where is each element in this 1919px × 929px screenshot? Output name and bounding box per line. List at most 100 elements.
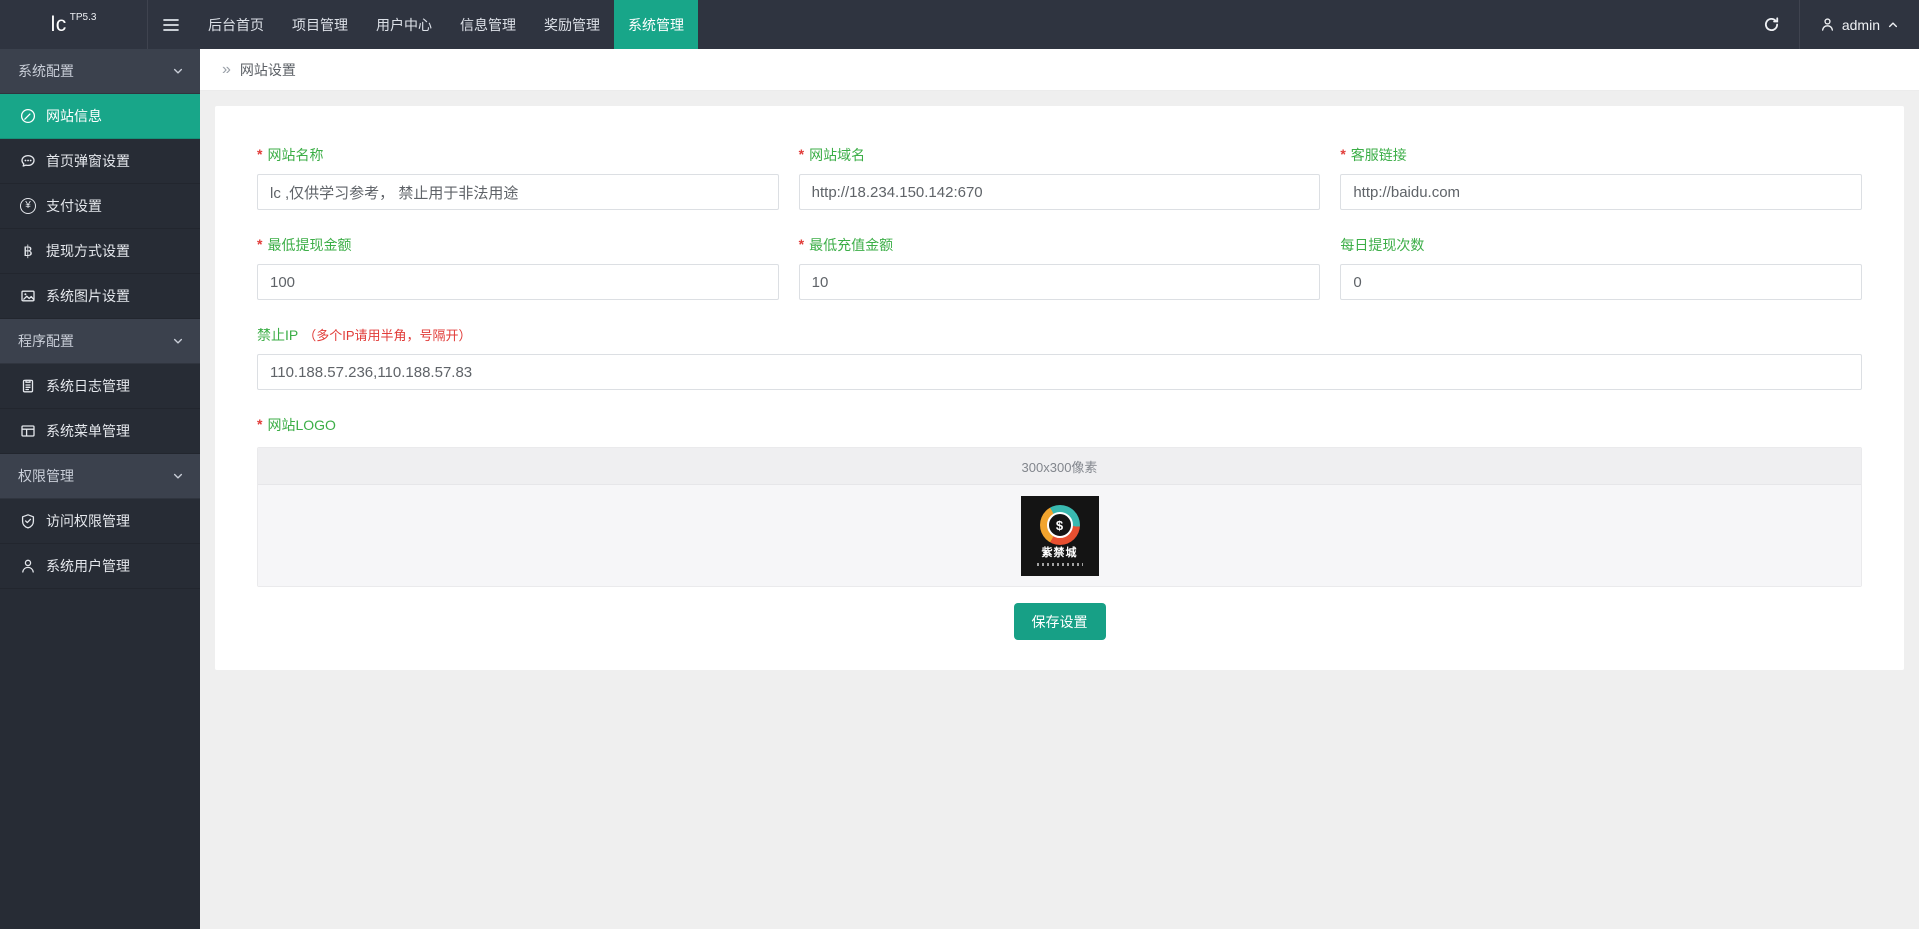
required-marker: *: [257, 236, 262, 252]
sidebar-item-system-image-settings[interactable]: 系统图片设置: [0, 274, 200, 319]
logo-upload-box: 300x300像素 $ 紫禁城: [257, 447, 1862, 587]
field-label: * 最低充值金额: [799, 236, 1321, 255]
section-title: 权限管理: [18, 466, 74, 486]
field-label: 每日提现次数: [1340, 236, 1862, 255]
field-site-name: * 网站名称: [257, 146, 779, 210]
sidebar-item-home-popup-settings[interactable]: 首页弹窗设置: [0, 139, 200, 184]
sidebar-item-label: 网站信息: [46, 106, 102, 126]
field-label: * 最低提现金额: [257, 236, 779, 255]
edit-circle-icon: [20, 108, 36, 124]
user-icon: [1820, 17, 1835, 32]
site-name-input[interactable]: [257, 174, 779, 210]
field-min-withdraw: * 最低提现金额: [257, 236, 779, 300]
banned-ip-hint: （多个IP请用半角，号隔开）: [303, 326, 471, 345]
content: * 网站名称 * 网站域名: [200, 91, 1919, 929]
tab-reward[interactable]: 奖励管理: [530, 0, 614, 49]
sidebar-item-label: 访问权限管理: [46, 511, 130, 531]
tab-system[interactable]: 系统管理: [614, 0, 698, 49]
section-title: 程序配置: [18, 331, 74, 351]
refresh-icon: [1763, 16, 1780, 33]
sidebar-section-permission[interactable]: 权限管理: [0, 454, 200, 499]
main-area: » 网站设置 * 网站名称: [200, 49, 1919, 929]
top-nav: 后台首页 项目管理 用户中心 信息管理 奖励管理 系统管理: [194, 0, 698, 49]
field-label: * 网站名称: [257, 146, 779, 165]
admin-app: lc TP5.3 后台首页 项目管理 用户中心 信息管理 奖励管理 系统管理 a…: [0, 0, 1919, 929]
topbar: lc TP5.3 后台首页 项目管理 用户中心 信息管理 奖励管理 系统管理 a…: [0, 0, 1919, 49]
sidebar-item-withdraw-method-settings[interactable]: ฿ 提现方式设置: [0, 229, 200, 274]
logo-subtitle: [1037, 563, 1083, 566]
tab-user-center[interactable]: 用户中心: [362, 0, 446, 49]
sidebar-item-payment-settings[interactable]: ¥ 支付设置: [0, 184, 200, 229]
daily-withdraw-count-input[interactable]: [1340, 264, 1862, 300]
required-marker: *: [799, 146, 804, 162]
sidebar-item-label: 系统日志管理: [46, 376, 130, 396]
sidebar-item-label: 支付设置: [46, 196, 102, 216]
field-daily-withdraw-count: 每日提现次数: [1340, 236, 1862, 300]
field-label: * 网站LOGO: [257, 416, 1862, 435]
username: admin: [1842, 17, 1880, 33]
logo-upload-area: $ 紫禁城: [258, 485, 1861, 586]
sidebar: 系统配置 网站信息 首页弹窗设置 ¥ 支付设置 ฿ 提现方式设置 系统图片设: [0, 49, 200, 929]
breadcrumb: » 网站设置: [200, 49, 1919, 91]
site-domain-input[interactable]: [799, 174, 1321, 210]
tab-info[interactable]: 信息管理: [446, 0, 530, 49]
field-site-logo: * 网站LOGO 300x300像素 $ 紫禁城: [257, 416, 1862, 587]
sidebar-item-system-menu-management[interactable]: 系统菜单管理: [0, 409, 200, 454]
sidebar-toggle-button[interactable]: [148, 0, 194, 49]
field-banned-ip: 禁止IP （多个IP请用半角，号隔开）: [257, 326, 1862, 390]
sidebar-item-site-info[interactable]: 网站信息: [0, 94, 200, 139]
field-site-domain: * 网站域名: [799, 146, 1321, 210]
logo-text: lc: [51, 13, 67, 37]
chevron-down-icon: [172, 65, 184, 77]
site-logo-image[interactable]: $ 紫禁城: [1021, 496, 1099, 576]
field-service-link: * 客服链接: [1340, 146, 1862, 210]
sidebar-item-access-permission-management[interactable]: 访问权限管理: [0, 499, 200, 544]
save-settings-button[interactable]: 保存设置: [1014, 603, 1106, 640]
sidebar-item-label: 系统用户管理: [46, 556, 130, 576]
required-marker: *: [257, 416, 262, 432]
tab-home[interactable]: 后台首页: [194, 0, 278, 49]
required-marker: *: [257, 146, 262, 162]
app-logo[interactable]: lc TP5.3: [0, 0, 147, 49]
banned-ip-input[interactable]: [257, 354, 1862, 390]
shield-check-icon: [20, 513, 36, 529]
logo-ring-graphic: $: [1040, 505, 1080, 545]
required-marker: *: [799, 236, 804, 252]
chevron-down-icon: [172, 335, 184, 347]
bitcoin-icon: ฿: [20, 244, 36, 259]
user-icon: [20, 558, 36, 574]
sidebar-item-label: 系统图片设置: [46, 286, 130, 306]
sidebar-item-label: 提现方式设置: [46, 241, 130, 261]
refresh-button[interactable]: [1745, 0, 1799, 49]
comment-icon: [20, 153, 36, 169]
sidebar-section-system-config[interactable]: 系统配置: [0, 49, 200, 94]
log-icon: [20, 378, 36, 394]
sidebar-item-system-log-management[interactable]: 系统日志管理: [0, 364, 200, 409]
double-chevron-icon: »: [222, 62, 231, 78]
field-min-recharge: * 最低充值金额: [799, 236, 1321, 300]
chevron-down-icon: [172, 470, 184, 482]
logo-size-hint: 300x300像素: [258, 448, 1861, 485]
field-label: * 客服链接: [1340, 146, 1862, 165]
topbar-right: admin: [1745, 0, 1919, 49]
min-recharge-input[interactable]: [799, 264, 1321, 300]
layout-icon: [20, 423, 36, 439]
settings-form-card: * 网站名称 * 网站域名: [215, 106, 1904, 670]
chevron-up-icon: [1887, 19, 1899, 31]
yen-circle-icon: ¥: [20, 198, 36, 214]
field-label: * 网站域名: [799, 146, 1321, 165]
sidebar-item-system-user-management[interactable]: 系统用户管理: [0, 544, 200, 589]
page-title: 网站设置: [240, 60, 296, 80]
image-icon: [20, 288, 36, 304]
sidebar-section-program-config[interactable]: 程序配置: [0, 319, 200, 364]
service-link-input[interactable]: [1340, 174, 1862, 210]
user-menu[interactable]: admin: [1800, 0, 1919, 49]
min-withdraw-input[interactable]: [257, 264, 779, 300]
required-marker: *: [1340, 146, 1345, 162]
tab-project[interactable]: 项目管理: [278, 0, 362, 49]
sidebar-item-label: 首页弹窗设置: [46, 151, 130, 171]
hamburger-icon: [162, 17, 180, 33]
field-label: 禁止IP （多个IP请用半角，号隔开）: [257, 326, 1862, 345]
sidebar-item-label: 系统菜单管理: [46, 421, 130, 441]
logo-title: 紫禁城: [1042, 548, 1078, 559]
